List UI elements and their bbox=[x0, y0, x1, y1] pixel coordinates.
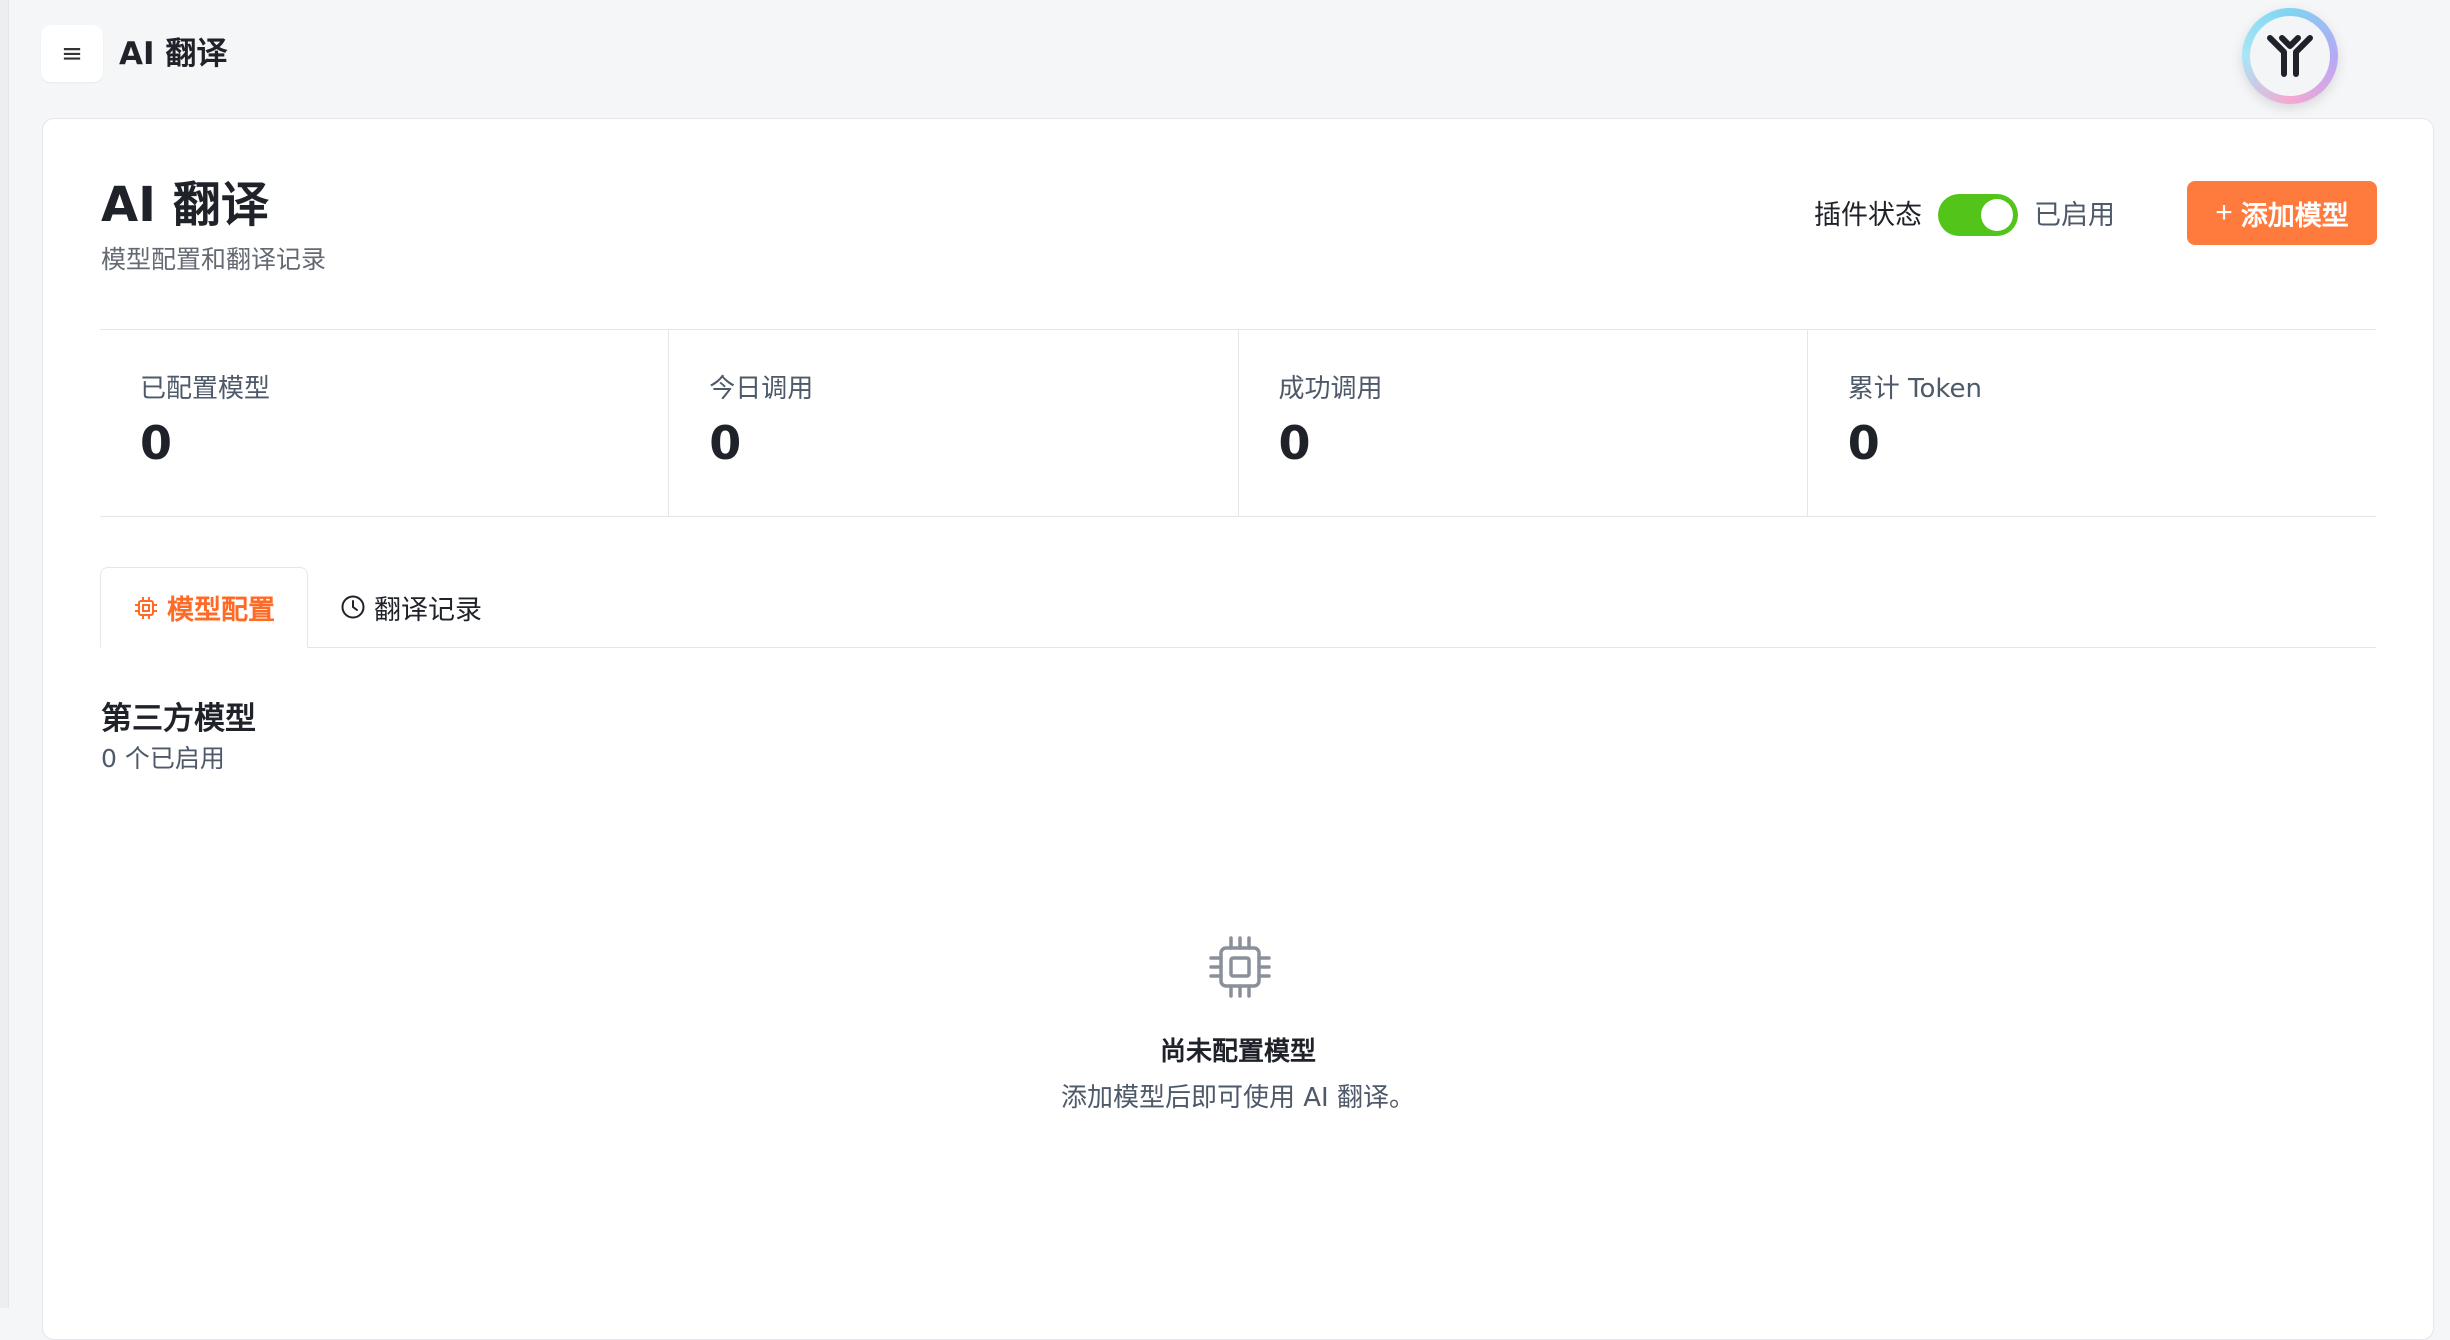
stat-total-tokens: 累计 Token 0 bbox=[1808, 330, 2376, 516]
stat-label: 今日调用 bbox=[709, 374, 814, 404]
stat-value: 0 bbox=[1847, 416, 1880, 470]
add-model-button[interactable]: + 添加模型 bbox=[2187, 181, 2377, 245]
stat-value: 0 bbox=[709, 416, 742, 470]
section-title: 第三方模型 bbox=[101, 701, 256, 737]
app-title: AI 翻译 bbox=[119, 36, 228, 72]
add-model-label: 添加模型 bbox=[2240, 200, 2349, 231]
stat-today-calls: 今日调用 0 bbox=[669, 330, 1239, 516]
stat-configured-models: 已配置模型 0 bbox=[100, 330, 670, 516]
page-subtitle: 模型配置和翻译记录 bbox=[101, 245, 327, 274]
stats-row: 已配置模型 0 今日调用 0 成功调用 0 累计 Token 0 bbox=[100, 329, 2376, 517]
tab-bar: 模型配置 翻译记录 bbox=[100, 567, 2376, 648]
chip-icon bbox=[133, 595, 159, 621]
tab-model-config[interactable]: 模型配置 bbox=[100, 567, 308, 648]
chip-icon bbox=[1209, 936, 1271, 998]
brand-logo-icon bbox=[2267, 35, 2313, 77]
page-title: AI 翻译 bbox=[101, 177, 269, 233]
tab-label: 模型配置 bbox=[167, 595, 275, 626]
plugin-status-label: 插件状态 bbox=[1814, 200, 1922, 231]
stat-label: 已配置模型 bbox=[140, 374, 271, 404]
left-rail bbox=[0, 0, 9, 1308]
plugin-status-value: 已启用 bbox=[2034, 200, 2115, 231]
plugin-status-toggle[interactable] bbox=[1938, 194, 2018, 236]
stat-success-calls: 成功调用 0 bbox=[1239, 330, 1808, 516]
stat-value: 0 bbox=[1278, 416, 1311, 470]
empty-state-title: 尚未配置模型 bbox=[1159, 1037, 1316, 1067]
tab-label: 翻译记录 bbox=[374, 594, 482, 626]
clock-icon bbox=[340, 594, 366, 620]
tab-translation-records[interactable]: 翻译记录 bbox=[308, 567, 514, 647]
stat-label: 累计 Token bbox=[1847, 374, 1982, 404]
stat-value: 0 bbox=[140, 416, 173, 470]
hamburger-icon: ≡ bbox=[61, 38, 83, 69]
plus-icon: + bbox=[2215, 196, 2233, 229]
menu-button[interactable]: ≡ bbox=[41, 25, 103, 82]
stat-label: 成功调用 bbox=[1278, 374, 1383, 404]
avatar[interactable] bbox=[2242, 8, 2338, 104]
toggle-knob bbox=[1981, 199, 2013, 231]
main-card: AI 翻译 模型配置和翻译记录 插件状态 已启用 + 添加模型 已配置模型 0 … bbox=[42, 118, 2434, 1340]
empty-state-description: 添加模型后即可使用 AI 翻译。 bbox=[1061, 1083, 1415, 1113]
section-subtitle: 0 个已启用 bbox=[101, 744, 225, 773]
